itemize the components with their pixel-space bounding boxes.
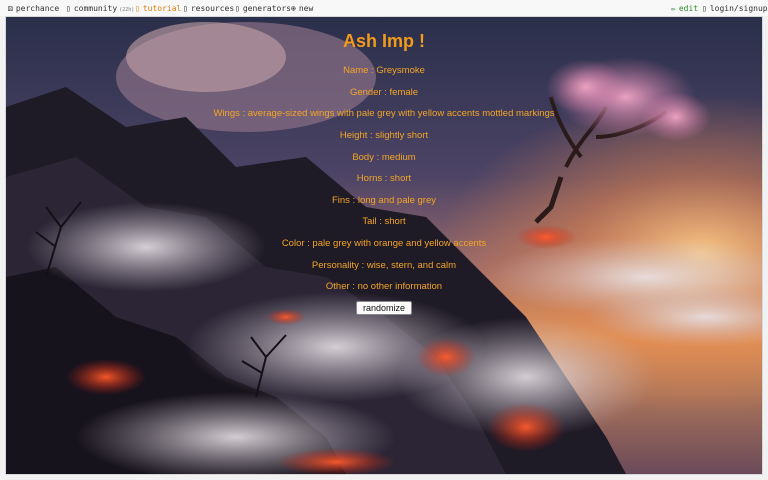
person-icon: ▯ bbox=[66, 4, 71, 13]
output-wings: Wings : average-sized wings with pale gr… bbox=[213, 108, 555, 119]
book-icon: ▯ bbox=[135, 4, 140, 13]
output-name: Name : Greysmoke bbox=[343, 65, 425, 76]
nav-new[interactable]: ⊕ new bbox=[291, 3, 313, 14]
nav-new-label: new bbox=[298, 4, 314, 13]
generator-title: Ash Imp ! bbox=[342, 31, 425, 51]
plus-circle-icon: ⊕ bbox=[291, 4, 296, 13]
nav-tutorial[interactable]: ▯ tutorial bbox=[135, 3, 181, 14]
nav-login-label: login/signup bbox=[709, 4, 768, 13]
nav-perchance[interactable]: ⚄ perchance bbox=[8, 3, 59, 14]
nav-perchance-label: perchance bbox=[15, 4, 60, 13]
nav-login-signup[interactable]: ▯ login/signup bbox=[702, 3, 768, 14]
nav-edit[interactable]: ✏ edit bbox=[671, 3, 698, 14]
die-icon: ⚄ bbox=[8, 4, 13, 13]
output-fins: Fins : long and pale grey bbox=[331, 195, 437, 206]
nav-tutorial-label: tutorial bbox=[142, 4, 182, 13]
gear-icon: ▯ bbox=[235, 4, 240, 13]
randomize-button[interactable]: randomize bbox=[356, 301, 412, 315]
output-personality: Personality : wise, stern, and calm bbox=[311, 260, 457, 271]
output-color: Color : pale grey with orange and yellow… bbox=[281, 238, 487, 249]
nav-community[interactable]: ▯ community (22h) bbox=[66, 3, 134, 14]
top-navigation-bar: ⚄ perchance ▯ community (22h) ▯ tutorial ▯ re… bbox=[0, 0, 768, 16]
pencil-icon: ✏ bbox=[671, 4, 676, 13]
output-body: Body : medium bbox=[352, 152, 416, 163]
output-horns: Horns : short bbox=[356, 173, 412, 184]
output-height: Height : slightly short bbox=[339, 130, 429, 141]
output-other: Other : no other information bbox=[325, 281, 443, 292]
nav-resources-label: resources bbox=[190, 4, 235, 13]
output-gender: Gender : female bbox=[349, 87, 419, 98]
output-tail: Tail : short bbox=[362, 216, 406, 227]
nav-resources[interactable]: ▯ resources bbox=[183, 3, 234, 14]
nav-edit-label: edit bbox=[678, 4, 699, 13]
generator-panel: Ash Imp ! Name : Greysmoke Gender : fema… bbox=[5, 16, 763, 475]
community-count: (22h) bbox=[119, 7, 135, 13]
user-icon: ▯ bbox=[702, 4, 707, 13]
nav-generators-label: generators bbox=[242, 4, 291, 13]
book-icon: ▯ bbox=[183, 4, 188, 13]
nav-community-label: community bbox=[73, 4, 118, 13]
nav-generators[interactable]: ▯ generators bbox=[235, 3, 291, 14]
